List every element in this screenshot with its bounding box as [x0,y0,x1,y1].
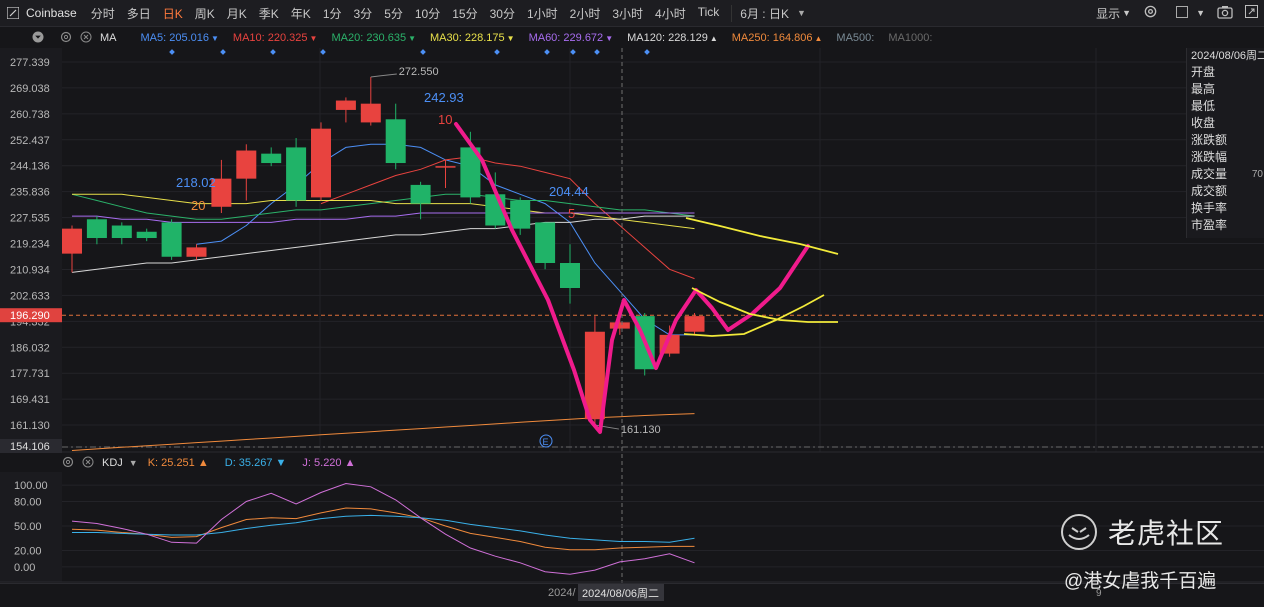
candle-body [535,222,556,264]
candle-body [62,228,82,254]
chart-text-label: 20 [191,198,205,213]
candle-body [360,103,381,123]
kdj-line-j [71,482,695,575]
candle-body [286,147,307,201]
candle-body [410,184,431,204]
price-tick-label: 210.934 [10,264,50,276]
price-tick-label: 177.731 [10,368,50,380]
candle-body [385,119,406,164]
ohlc-info-panel: 2024/08/06周二 开盘最高最低收盘涨跌额涨跌幅成交量 70 成交额换手率市盈… [1186,48,1264,238]
kdj-line-k [71,507,695,551]
kdj-chevron-icon[interactable]: ▼ [129,458,138,468]
kdj-indicator-name[interactable]: KDJ [102,457,123,469]
info-row: 最高 [1191,82,1216,96]
chart-text-label: 242.93 [424,90,464,105]
chart-text-label: 204.44 [549,184,589,199]
price-tick-label: 269.038 [10,83,50,95]
price-tick-label: 186.032 [10,342,50,354]
price-tick-label: 277.339 [10,57,50,69]
tiger-logo-icon [1061,514,1097,550]
candle-body [86,219,107,239]
info-row: 涨跌额 [1191,133,1228,147]
candle-body [510,200,531,229]
info-row: 开盘 [1191,65,1216,79]
kdj-legend: KDJ ▼ K: 25.251 ▲ D: 35.267 ▼ J: 5.220 ▲ [0,455,372,471]
candle-body [684,316,705,332]
price-tick-label: 260.738 [10,109,50,121]
info-row: 收盘 [1191,116,1216,130]
low-price-label: 161.130 [621,424,661,436]
high-price-label: 272.550 [399,66,439,78]
candle-body [560,263,580,288]
price-tick-label: 244.136 [10,161,50,173]
main-panel-bg [62,48,1186,452]
info-row: 成交额 [1191,184,1228,198]
price-tick-label: 252.437 [10,135,50,147]
watermark-user: @港女虐我千百遍 [1064,571,1217,592]
info-row: 最低 [1191,99,1216,113]
watermark-title: 老虎社区 [1108,518,1225,549]
price-tick-label-boxed: 154.106 [10,441,50,453]
kdj-tick-label: 100.00 [14,480,48,492]
kdj-j-value: J: 5.220 ▲ [302,457,356,469]
info-row: 市盈率 [1191,218,1228,232]
chart-area[interactable]: 277.339 269.038 260.738 252.437 244.136 235.8… [0,0,1264,583]
candle-body [111,225,132,239]
candle-body [261,153,282,164]
price-tick-label: 219.234 [10,239,50,251]
candle-body [609,322,630,329]
info-date: 2024/08/06周二 [1191,50,1264,62]
chart-text-label: 218.02 [176,175,216,190]
kdj-tick-label: 0.00 [14,562,35,574]
info-row: 成交量 70 [1191,167,1263,181]
candle-body [136,231,157,239]
crosshair-date-label: 2024/08/06周二 [582,587,659,600]
info-row: 涨跌幅 [1191,150,1228,164]
kdj-close-icon[interactable] [82,456,94,471]
current-price-label: 196.290 [10,310,50,322]
candle-body [311,128,331,198]
kdj-line-d [72,514,695,543]
kdj-tick-label: 80.00 [14,497,42,509]
kdj-k-value: K: 25.251 ▲ [147,457,209,469]
price-tick-label: 169.431 [10,394,50,406]
candle-body [161,222,182,257]
event-marker-label: E [543,437,549,447]
candle-body [335,100,356,110]
price-tick-label: 235.836 [10,187,50,199]
kdj-d-value: D: 35.267 ▼ [224,457,287,469]
kdj-settings-icon[interactable] [62,456,74,471]
candle-body [435,166,456,168]
price-tick-label: 227.535 [10,213,50,225]
candle-body [186,247,207,257]
chart-text-label: 10 [438,112,452,127]
price-tick-label: 202.633 [10,290,50,302]
chart-text-label: 5 [568,206,575,221]
info-row: 换手率 [1191,201,1228,215]
kdj-tick-label: 50.00 [14,521,42,533]
date-axis-left-label: 2024/ [548,587,576,599]
price-tick-label: 161.130 [10,420,50,432]
watermark: 老虎社区 [1060,512,1224,552]
kdj-tick-label: 20.00 [14,546,42,558]
candle-body [236,150,257,179]
